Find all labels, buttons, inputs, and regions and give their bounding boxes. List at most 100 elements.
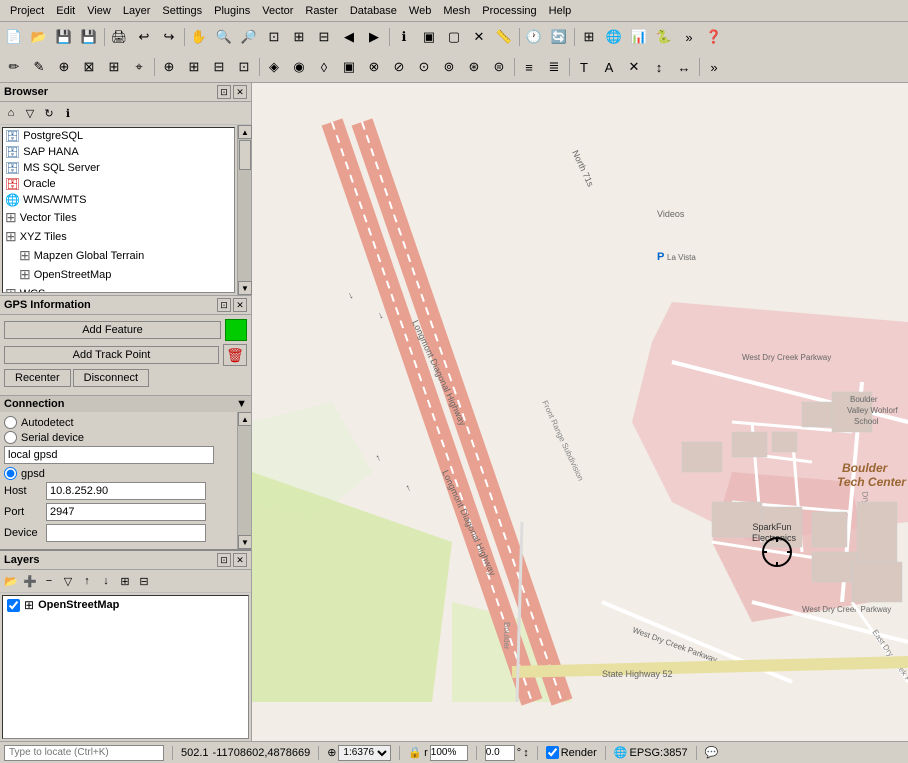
- browser-float-button[interactable]: ⊡: [217, 85, 231, 99]
- adv-dig-btn-5[interactable]: ⊗: [362, 55, 386, 79]
- render-checkbox[interactable]: [546, 746, 559, 759]
- tree-item-vectortiles[interactable]: ⊞ Vector Tiles: [3, 208, 234, 227]
- adv-dig-btn-3[interactable]: ◊: [312, 55, 336, 79]
- layers-remove-button[interactable]: −: [40, 572, 58, 590]
- redo-button[interactable]: ↪: [157, 25, 181, 49]
- serial-device-radio[interactable]: [4, 431, 17, 444]
- add-track-point-button[interactable]: Add Track Point: [4, 346, 219, 364]
- menu-mesh[interactable]: Mesh: [437, 3, 476, 19]
- browser-scrollbar[interactable]: ▲ ▼: [237, 125, 251, 295]
- more-tools-button[interactable]: »: [677, 25, 701, 49]
- conn-scroll-track[interactable]: [238, 426, 251, 535]
- disconnect-tab-button[interactable]: Disconnect: [73, 369, 149, 387]
- browser-info-button[interactable]: ℹ: [59, 104, 77, 122]
- layers-close-button[interactable]: ✕: [233, 553, 247, 567]
- label-btn-1[interactable]: T: [572, 55, 596, 79]
- stats-button[interactable]: 📊: [627, 25, 651, 49]
- rotation-input[interactable]: [430, 745, 468, 761]
- tree-item-xyztiles[interactable]: ⊞ XYZ Tiles: [3, 227, 234, 246]
- measure-button[interactable]: 📏: [492, 25, 516, 49]
- layer-item-osm[interactable]: ⊞ OpenStreetMap: [3, 596, 248, 614]
- menu-raster[interactable]: Raster: [299, 3, 343, 19]
- menu-processing[interactable]: Processing: [476, 3, 542, 19]
- layers-add-button[interactable]: ➕: [21, 572, 39, 590]
- refresh-button[interactable]: 🔄: [547, 25, 571, 49]
- tree-item-postgresql[interactable]: 🗄 PostgreSQL: [3, 128, 234, 144]
- tree-item-mapzen[interactable]: ⊞ Mapzen Global Terrain: [3, 246, 234, 265]
- save-project-button[interactable]: 💾: [52, 25, 76, 49]
- menu-settings[interactable]: Settings: [156, 3, 208, 19]
- angle-input[interactable]: [485, 745, 515, 761]
- browser-button[interactable]: 🌐: [602, 25, 626, 49]
- scroll-thumb[interactable]: [239, 140, 251, 170]
- layers-open-button[interactable]: 📂: [2, 572, 20, 590]
- open-project-button[interactable]: 📂: [27, 25, 51, 49]
- digitize-btn-2[interactable]: ✎: [27, 55, 51, 79]
- layers-more-button[interactable]: ⊟: [135, 572, 153, 590]
- tree-item-mssql[interactable]: 🗄 MS SQL Server: [3, 160, 234, 176]
- clock-button[interactable]: 🕐: [522, 25, 546, 49]
- zoom-in-button[interactable]: 🔍: [212, 25, 236, 49]
- autodetect-radio[interactable]: [4, 416, 17, 429]
- tree-item-openstreetmap-browser[interactable]: ⊞ OpenStreetMap: [3, 265, 234, 284]
- browser-filter-button[interactable]: ▽: [21, 104, 39, 122]
- conn-scroll-up[interactable]: ▲: [238, 412, 251, 426]
- conn-scroll-down[interactable]: ▼: [238, 535, 251, 549]
- gps-close-button[interactable]: ✕: [233, 298, 247, 312]
- attr-btn-1[interactable]: ≡: [517, 55, 541, 79]
- zoom-out-button[interactable]: 🔎: [237, 25, 261, 49]
- menu-layer[interactable]: Layer: [117, 3, 157, 19]
- menu-plugins[interactable]: Plugins: [208, 3, 256, 19]
- digitize-btn-4[interactable]: ⊠: [77, 55, 101, 79]
- save-as-button[interactable]: 💾: [77, 25, 101, 49]
- add-feature-button[interactable]: Add Feature: [4, 321, 221, 339]
- menu-view[interactable]: View: [81, 3, 117, 19]
- layer-osm-checkbox[interactable]: [7, 599, 20, 612]
- label-btn-4[interactable]: ↕: [647, 55, 671, 79]
- recenter-tab-button[interactable]: Recenter: [4, 369, 71, 387]
- help-button[interactable]: ❓: [702, 25, 726, 49]
- zoom-next-button[interactable]: ▶: [362, 25, 386, 49]
- digitize-btn-6[interactable]: ⌖: [127, 55, 151, 79]
- tree-item-wcs[interactable]: ⊞ WCS: [3, 284, 234, 293]
- layers-float-button[interactable]: ⊡: [217, 553, 231, 567]
- scroll-track[interactable]: [238, 139, 251, 281]
- message-item[interactable]: 💬: [705, 746, 719, 759]
- layers-group-button[interactable]: ⊞: [116, 572, 134, 590]
- select-rect-button[interactable]: ▢: [442, 25, 466, 49]
- adv-dig-btn-10[interactable]: ⊜: [487, 55, 511, 79]
- more-btn[interactable]: »: [702, 55, 726, 79]
- browser-home-button[interactable]: ⌂: [2, 104, 20, 122]
- zoom-layer-button[interactable]: ⊞: [287, 25, 311, 49]
- adv-dig-btn-4[interactable]: ▣: [337, 55, 361, 79]
- delete-track-button[interactable]: 🗑: [223, 344, 247, 366]
- scroll-up-button[interactable]: ▲: [238, 125, 252, 139]
- conn-scrollbar[interactable]: ▲ ▼: [237, 412, 251, 549]
- menu-vector[interactable]: Vector: [256, 3, 299, 19]
- crs-item[interactable]: 🌐 EPSG:3857: [614, 746, 688, 759]
- port-input[interactable]: [46, 503, 206, 521]
- zoom-native-button[interactable]: ⊡: [262, 25, 286, 49]
- layers-filter-button[interactable]: ▽: [59, 572, 77, 590]
- digitize-btn-5[interactable]: ⊞: [102, 55, 126, 79]
- identify-button[interactable]: ℹ: [392, 25, 416, 49]
- print-button[interactable]: 🖨: [107, 25, 131, 49]
- menu-database[interactable]: Database: [344, 3, 403, 19]
- digitize-btn-1[interactable]: ✏: [2, 55, 26, 79]
- snap-btn-3[interactable]: ⊟: [207, 55, 231, 79]
- undo-button[interactable]: ↩: [132, 25, 156, 49]
- label-btn-3[interactable]: ✕: [622, 55, 646, 79]
- attr-btn-2[interactable]: ≣: [542, 55, 566, 79]
- snap-btn-2[interactable]: ⊞: [182, 55, 206, 79]
- tree-item-oracle[interactable]: 🗄 Oracle: [3, 176, 234, 192]
- deselect-button[interactable]: ✕: [467, 25, 491, 49]
- menu-web[interactable]: Web: [403, 3, 437, 19]
- adv-dig-btn-2[interactable]: ◉: [287, 55, 311, 79]
- gpsd-radio[interactable]: [4, 467, 17, 480]
- locate-input[interactable]: [4, 745, 164, 761]
- adv-dig-btn-9[interactable]: ⊛: [462, 55, 486, 79]
- scroll-down-button[interactable]: ▼: [238, 281, 252, 295]
- menu-edit[interactable]: Edit: [50, 3, 81, 19]
- new-project-button[interactable]: 📄: [2, 25, 26, 49]
- layers-button[interactable]: ⊞: [577, 25, 601, 49]
